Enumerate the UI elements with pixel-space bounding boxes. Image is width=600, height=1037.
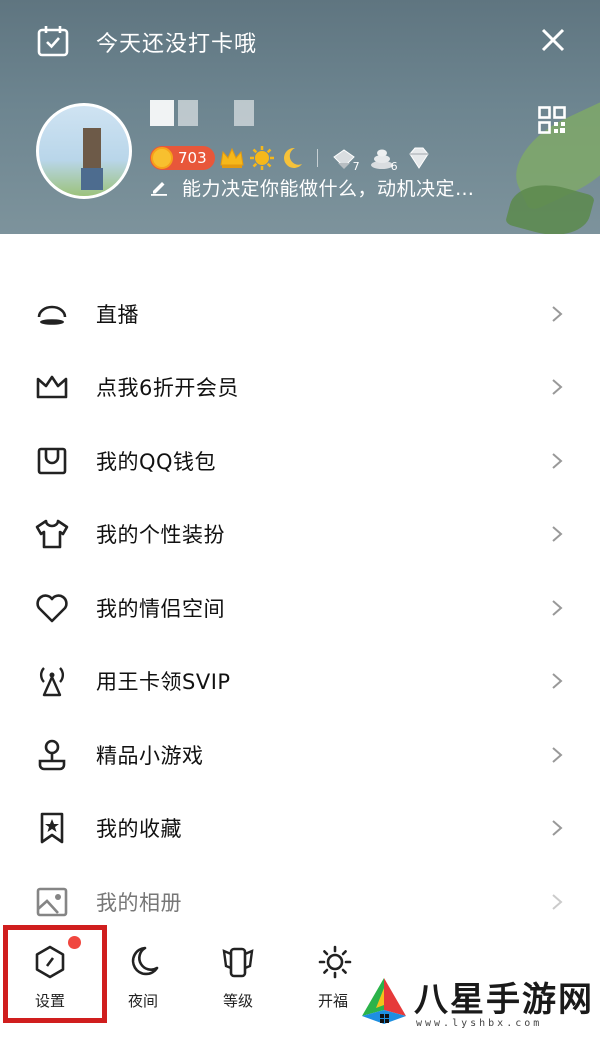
menu-item-mini-games[interactable]: 精品小游戏 xyxy=(0,718,600,792)
watermark-logo-icon xyxy=(362,978,406,1024)
settings-button[interactable]: 设置 xyxy=(5,930,95,1025)
photo-album-icon xyxy=(36,887,68,917)
joystick-icon xyxy=(38,739,66,771)
tab-label: 夜间 xyxy=(127,992,158,1010)
poop-badge-icon: 6 xyxy=(368,145,398,173)
menu-item-label: 用王卡领SVIP xyxy=(96,670,231,695)
menu-item-label: 我的个性装扮 xyxy=(96,523,225,548)
sun-icon xyxy=(318,945,352,979)
live-icon xyxy=(37,305,67,325)
moon-badge-icon xyxy=(283,147,302,168)
calendar-check-icon[interactable] xyxy=(36,24,70,58)
crown-icon xyxy=(36,375,68,399)
chevron-right-icon xyxy=(552,305,563,322)
crown-badge-icon xyxy=(220,147,244,168)
bookmark-star-icon xyxy=(40,812,64,844)
avatar[interactable] xyxy=(36,103,132,199)
diamond-badge-icon: 7 xyxy=(330,145,360,173)
menu-item-label: 我的情侣空间 xyxy=(96,596,225,621)
menu-item-king-card[interactable]: 用王卡领SVIP xyxy=(0,645,600,719)
chevron-right-icon xyxy=(552,379,563,396)
menu-item-label: 直播 xyxy=(96,302,139,327)
tab-label: 等级 xyxy=(222,992,253,1010)
night-mode-button[interactable]: 夜间 xyxy=(98,930,188,1025)
chevron-right-icon xyxy=(552,599,563,616)
edit-pencil-icon[interactable] xyxy=(150,178,168,196)
sun-badge-icon xyxy=(249,146,274,170)
menu-item-label: 精品小游戏 xyxy=(96,743,204,768)
level-button[interactable]: 等级 xyxy=(193,930,283,1025)
menu-item-vip[interactable]: 点我6折开会员 xyxy=(0,351,600,425)
drawer-menu: 直播 点我6折开会员 我的QQ钱包 我的个性装扮 我的情侣空间 用王卡领SVIP… xyxy=(0,277,600,939)
level-number: 703 xyxy=(178,149,207,167)
signature-text[interactable]: 能力决定你能做什么，动机决定… xyxy=(182,174,475,201)
level-badge-icon xyxy=(222,947,254,978)
gem-badge-icon xyxy=(409,147,429,169)
settings-hexagon-icon xyxy=(35,945,65,979)
menu-item-couple-space[interactable]: 我的情侣空间 xyxy=(0,571,600,645)
chevron-right-icon xyxy=(552,820,563,837)
close-icon[interactable] xyxy=(540,27,566,53)
menu-item-live[interactable]: 直播 xyxy=(0,277,600,351)
checkin-prompt[interactable]: 今天还没打卡哦 xyxy=(96,26,257,58)
menu-item-album[interactable]: 我的相册 xyxy=(0,865,600,939)
site-watermark: 八星手游网 www.lyshbx.com xyxy=(352,968,600,1037)
badge-row[interactable]: 703 7 6 xyxy=(150,144,432,173)
wallet-icon xyxy=(37,447,67,475)
coin-icon xyxy=(151,147,173,169)
menu-item-wallet[interactable]: 我的QQ钱包 xyxy=(0,424,600,498)
menu-item-favorites[interactable]: 我的收藏 xyxy=(0,792,600,866)
chevron-right-icon xyxy=(552,746,563,763)
heart-icon xyxy=(36,594,68,623)
menu-item-label: 我的相册 xyxy=(96,890,182,915)
chevron-right-icon xyxy=(552,673,563,690)
menu-item-label: 点我6折开会员 xyxy=(96,376,239,401)
notification-dot xyxy=(68,936,81,949)
signal-tower-icon xyxy=(39,667,65,697)
moon-icon xyxy=(131,946,159,976)
level-pill[interactable]: 703 xyxy=(150,146,215,170)
menu-item-theme[interactable]: 我的个性装扮 xyxy=(0,498,600,572)
watermark-title: 八星手游网 xyxy=(414,980,594,1020)
qr-code-icon[interactable] xyxy=(538,106,566,134)
tab-label: 设置 xyxy=(34,992,65,1010)
menu-item-label: 我的收藏 xyxy=(96,817,182,842)
nickname-redacted xyxy=(150,100,254,126)
chevron-right-icon xyxy=(552,452,563,469)
chevron-right-icon xyxy=(552,526,563,543)
chevron-right-icon xyxy=(552,893,563,910)
menu-item-label: 我的QQ钱包 xyxy=(96,449,217,474)
profile-header: 今天还没打卡哦 703 7 6 能力决定你能做什么，动机决定… xyxy=(0,0,600,234)
watermark-url: www.lyshbx.com xyxy=(416,1018,543,1029)
tshirt-icon xyxy=(35,519,69,549)
